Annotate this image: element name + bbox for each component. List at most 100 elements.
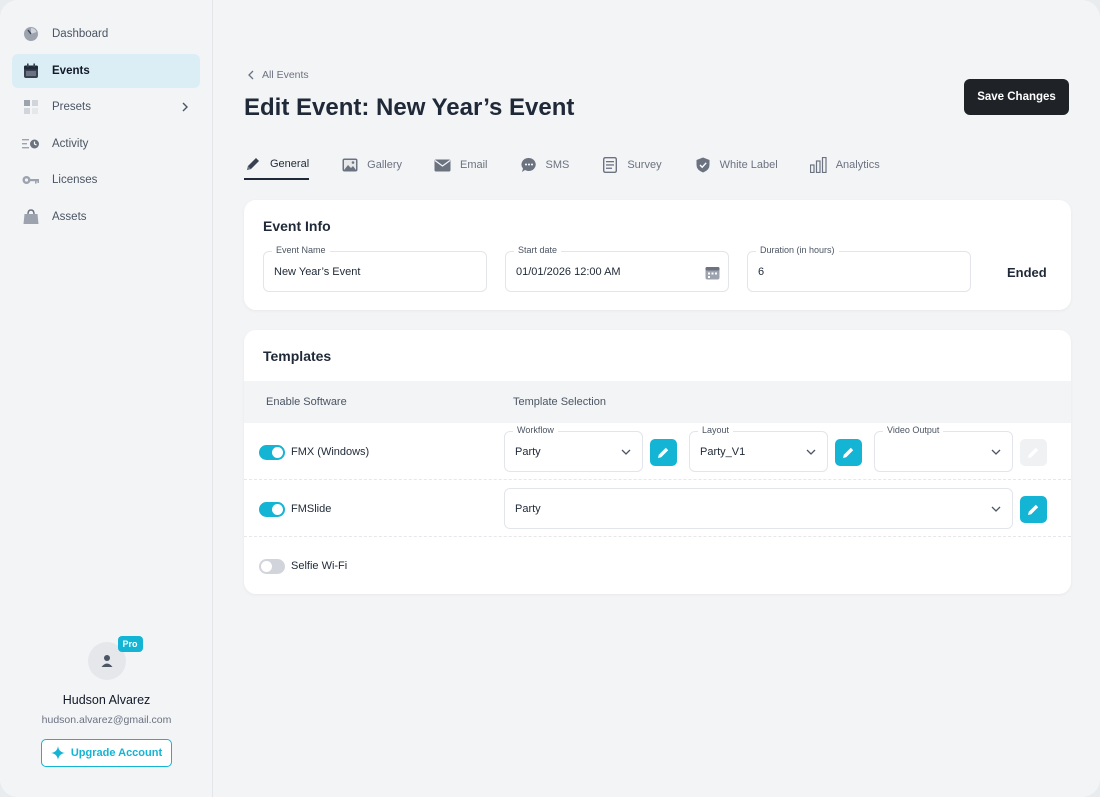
workflow-select[interactable]: Workflow Party (504, 425, 643, 472)
col-enable-software: Enable Software (266, 396, 347, 408)
sidebar-item-presets[interactable]: Presets (12, 90, 200, 124)
event-info-card: Event Info Event Name New Year’s Event S… (244, 200, 1071, 310)
pencil-icon (1028, 447, 1039, 458)
user-panel: Pro Hudson Alvarez hudson.alvarez@gmail.… (0, 636, 213, 767)
chevron-right-icon[interactable] (180, 102, 190, 112)
sidebar: Dashboard Events Presets Activity Licens… (0, 0, 213, 797)
workflow-label: Workflow (513, 425, 558, 435)
video-output-edit-button[interactable] (1020, 439, 1047, 466)
sidebar-item-licenses[interactable]: Licenses (12, 163, 200, 197)
sidebar-item-assets[interactable]: Assets (12, 200, 200, 234)
key-icon (22, 171, 40, 189)
fmslide-template-value: Party (515, 503, 541, 515)
user-name: Hudson Alvarez (62, 693, 151, 707)
tab-analytics[interactable]: Analytics (810, 150, 880, 180)
pencil-icon (843, 447, 854, 458)
event-name-value[interactable]: New Year’s Event (274, 266, 360, 278)
upgrade-account-button[interactable]: Upgrade Account (40, 739, 173, 767)
fmx-toggle[interactable] (259, 445, 285, 460)
save-changes-button[interactable]: Save Changes (964, 79, 1069, 115)
duration-label: Duration (in hours) (756, 245, 839, 255)
templates-title: Templates (263, 348, 332, 364)
tab-label: Email (459, 159, 488, 171)
tab-general[interactable]: General (244, 150, 310, 180)
layout-edit-button[interactable] (835, 439, 862, 466)
duration-field[interactable]: Duration (in hours) 6 (747, 245, 971, 292)
tab-label: Gallery (367, 159, 402, 171)
video-output-select[interactable]: Video Output (874, 425, 1013, 472)
event-status: Ended (1007, 265, 1047, 280)
table-row: FMSlide Party (244, 480, 1071, 537)
row-label: Selfie Wi-Fi (291, 560, 348, 572)
calendar-icon (22, 62, 40, 80)
calendar-picker-icon[interactable] (704, 264, 720, 280)
sidebar-item-label: Assets (52, 210, 87, 223)
layout-select[interactable]: Layout Party_V1 (689, 425, 828, 472)
workflow-edit-button[interactable] (650, 439, 677, 466)
templates-table-header: Enable Software Template Selection (244, 381, 1071, 423)
fmslide-edit-button[interactable] (1020, 496, 1047, 523)
video-output-label: Video Output (883, 425, 944, 435)
sparkle-icon (50, 746, 65, 760)
mail-icon (434, 156, 452, 174)
chevron-down-icon (805, 447, 817, 457)
shield-icon (694, 156, 712, 174)
tab-label: Survey (627, 159, 662, 171)
breadcrumb-link[interactable]: All Events (262, 69, 309, 81)
sidebar-item-activity[interactable]: Activity (12, 127, 200, 161)
page-title: Edit Event: New Year’s Event (244, 94, 575, 121)
event-info-title: Event Info (263, 218, 331, 234)
sidebar-item-label: Activity (52, 137, 89, 150)
tab-bar: General Gallery Email SMS Survey White L… (244, 150, 912, 182)
start-date-value[interactable]: 01/01/2026 12:00 AM (516, 266, 621, 278)
sidebar-item-label: Dashboard (52, 28, 109, 40)
start-date-field[interactable]: Start date 01/01/2026 12:00 AM (505, 245, 729, 292)
row-label: FMX (Windows) (291, 446, 370, 458)
pencil-icon (658, 447, 669, 458)
bag-icon (22, 208, 40, 226)
chevron-down-icon (990, 504, 1002, 514)
tab-label: Analytics (835, 159, 880, 171)
activity-icon (22, 135, 40, 153)
sidebar-item-dashboard[interactable]: Dashboard (12, 17, 200, 51)
table-row: FMX (Windows) Workflow Party Layout Part… (244, 423, 1071, 480)
layout-value: Party_V1 (700, 446, 746, 458)
upgrade-account-label: Upgrade Account (70, 747, 163, 759)
breadcrumb[interactable]: All Events (248, 69, 309, 81)
gallery-icon (341, 156, 359, 174)
avatar-wrapper: Pro (87, 636, 143, 680)
chart-icon (810, 156, 828, 174)
selfie-wifi-toggle[interactable] (259, 559, 285, 574)
tab-label: SMS (545, 159, 570, 171)
tab-sms[interactable]: SMS (520, 150, 570, 180)
tab-survey[interactable]: Survey (601, 150, 662, 180)
tab-white-label[interactable]: White Label (694, 150, 778, 180)
tab-label: White Label (719, 159, 778, 171)
tab-label: General (270, 158, 310, 170)
sidebar-item-events[interactable]: Events (12, 53, 200, 88)
pro-badge: Pro (117, 636, 143, 652)
chevron-down-icon (990, 447, 1002, 457)
fmslide-template-select[interactable]: Party (504, 488, 1013, 529)
workflow-value: Party (515, 446, 541, 458)
event-name-field[interactable]: Event Name New Year’s Event (263, 245, 487, 292)
app-window: Dashboard Events Presets Activity Licens… (0, 0, 1100, 797)
pencil-icon (244, 155, 262, 173)
pencil-icon (1028, 504, 1039, 515)
user-email: hudson.alvarez@gmail.com (41, 714, 172, 726)
row-label: FMSlide (291, 503, 332, 515)
tab-gallery[interactable]: Gallery (341, 150, 402, 180)
user-icon (101, 655, 112, 667)
sidebar-item-label: Presets (52, 101, 91, 114)
sidebar-item-label: Licenses (52, 174, 98, 187)
duration-value[interactable]: 6 (758, 266, 764, 278)
fmslide-toggle[interactable] (259, 502, 285, 517)
chat-icon (520, 156, 538, 174)
dashboard-icon (22, 25, 40, 43)
sidebar-item-label: Events (52, 64, 90, 77)
survey-icon (601, 156, 619, 174)
layout-label: Layout (698, 425, 734, 435)
tab-email[interactable]: Email (434, 150, 488, 180)
event-name-label: Event Name (272, 245, 330, 255)
chevron-down-icon (620, 447, 632, 457)
